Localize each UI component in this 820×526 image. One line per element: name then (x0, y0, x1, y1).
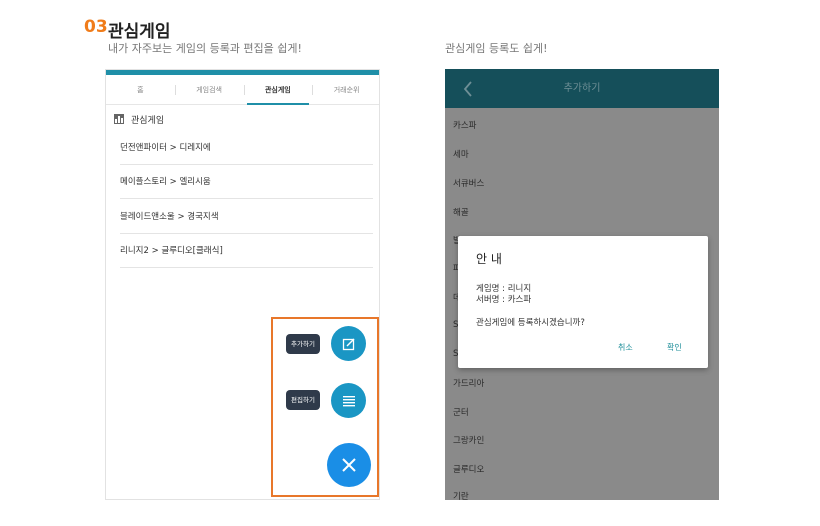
step-number: 03 (84, 17, 108, 37)
confirm-button[interactable]: 확인 (667, 342, 682, 353)
list-item[interactable]: 던전앤파이터 > 디레지에 (120, 131, 373, 165)
tab-bar: 홈 게임검색 관심게임 거래순위 (106, 75, 379, 105)
list-item[interactable]: 세마 (453, 148, 469, 160)
edit-label: 편집하기 (286, 390, 320, 410)
section-subtitle: 내가 자주보는 게임의 등록과 편집을 쉽게! (108, 42, 302, 55)
list-item[interactable]: 군터 (453, 406, 469, 418)
list-item[interactable]: 가드리아 (453, 377, 484, 389)
tab-trade-ranking[interactable]: 거래순위 (312, 75, 379, 104)
bar-chart-icon (114, 114, 124, 124)
list-item[interactable]: 글루디오 (453, 463, 484, 475)
list-icon (342, 395, 355, 406)
cancel-button[interactable]: 취소 (618, 342, 633, 353)
list-item[interactable]: 리니지2 > 글루디오[클래식] (120, 234, 373, 268)
list-item[interactable]: 그랑카인 (453, 434, 484, 446)
add-label: 추가하기 (286, 334, 320, 354)
list-item[interactable]: 메이플스토리 > 엘리시움 (120, 165, 373, 199)
back-chevron-icon[interactable] (463, 81, 473, 97)
tab-home[interactable]: 홈 (106, 75, 175, 104)
edit-icon (342, 338, 354, 350)
list-item[interactable]: 서큐버스 (453, 177, 484, 189)
header-title: 추가하기 (563, 83, 601, 94)
tab-game-search[interactable]: 게임검색 (174, 75, 244, 104)
add-button[interactable] (331, 326, 366, 361)
favorites-title: 관심게임 (131, 116, 165, 126)
dialog-server-name: 서버명 : 카스파 (476, 295, 532, 305)
list-item[interactable]: 카스파 (453, 119, 476, 131)
dialog-title: 안 내 (476, 252, 502, 266)
app-header: 추가하기 (445, 69, 719, 108)
list-item[interactable]: 블레이드앤소울 > 경국지색 (120, 200, 373, 234)
right-caption: 관심게임 등록도 쉽게! (445, 42, 548, 55)
edit-button[interactable] (331, 383, 366, 418)
tab-favorites[interactable]: 관심게임 (243, 75, 313, 105)
list-item[interactable]: 기란 (453, 490, 469, 500)
section-heading: 관심게임 (108, 22, 171, 42)
close-icon (342, 458, 356, 472)
confirm-dialog: 안 내 게임명 : 리니지 서버명 : 카스파 관심게임에 등록하시겠습니까? … (458, 236, 708, 368)
dialog-question: 관심게임에 등록하시겠습니까? (476, 318, 585, 328)
close-fab-button[interactable] (327, 443, 371, 487)
list-item[interactable]: 해골 (453, 206, 469, 218)
